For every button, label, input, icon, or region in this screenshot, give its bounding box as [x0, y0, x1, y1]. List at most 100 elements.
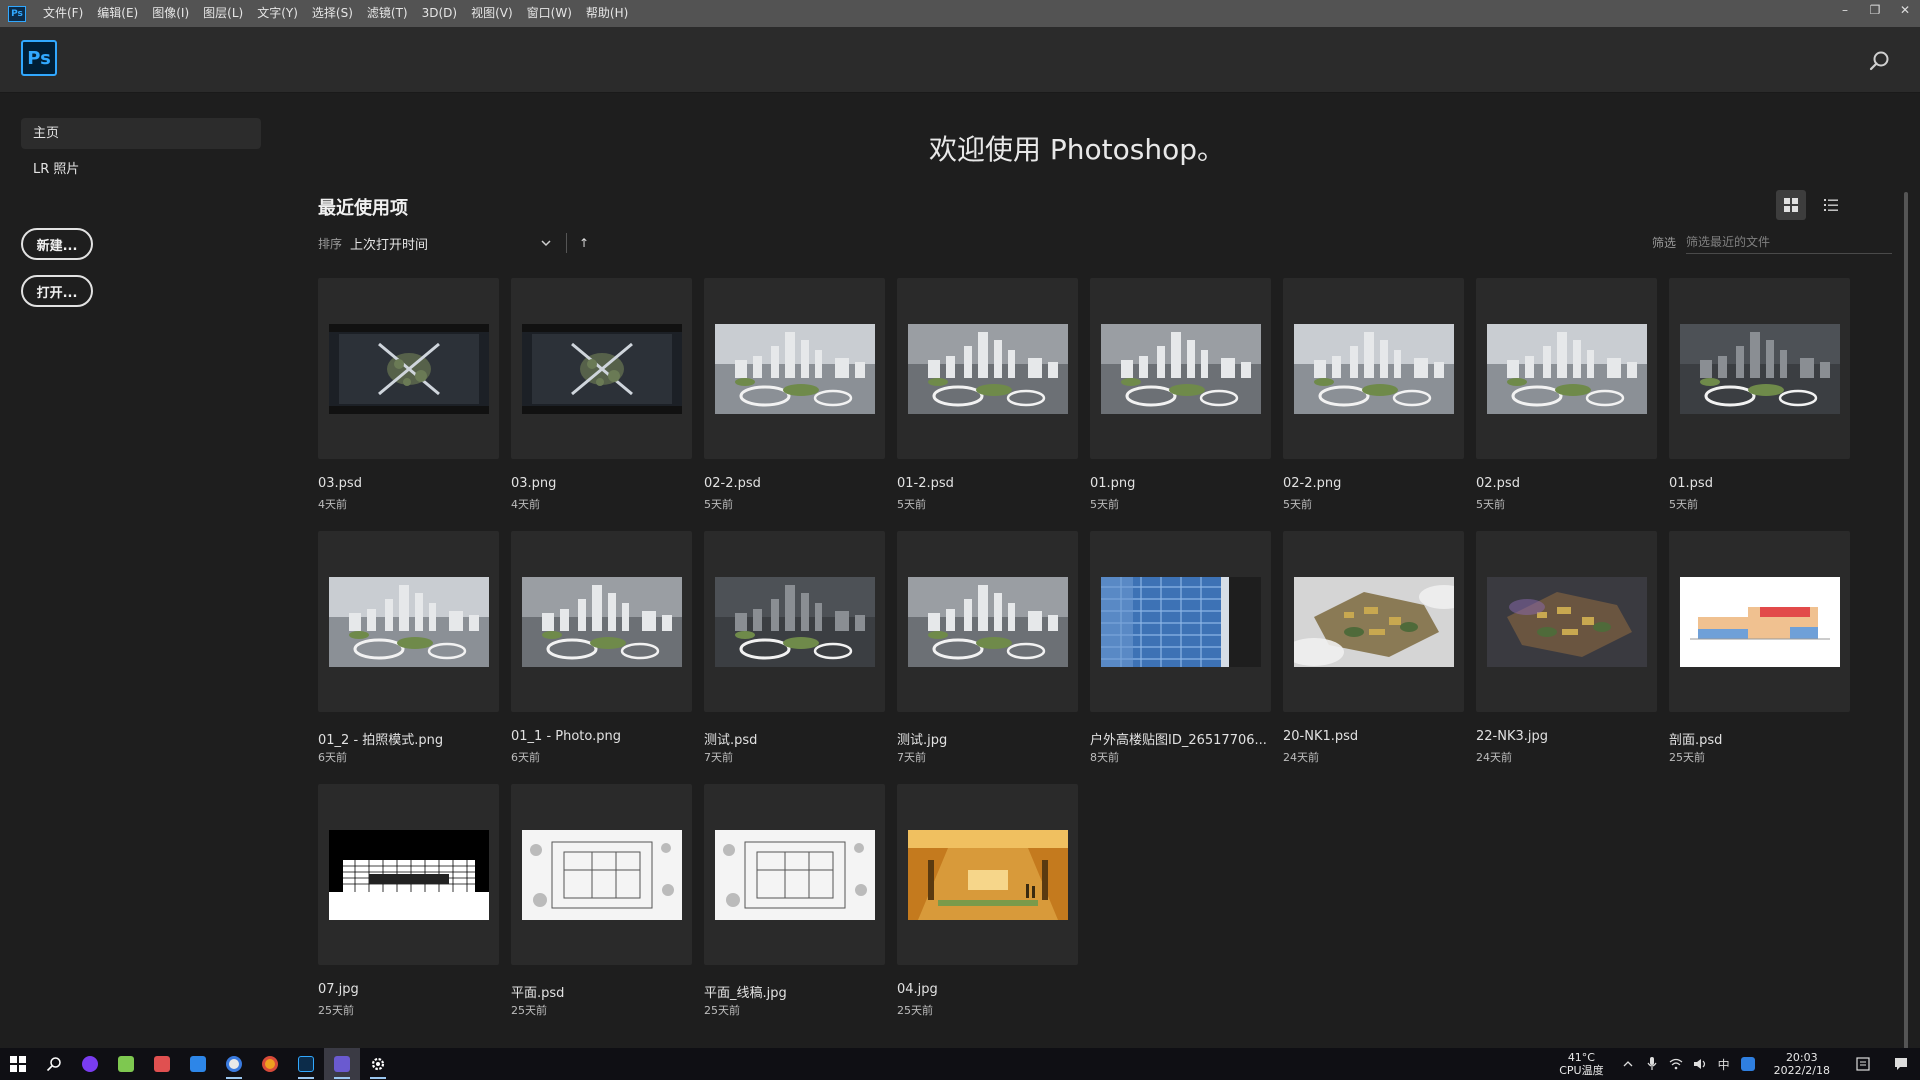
file-name[interactable]: 平面_线稿.jpg: [704, 982, 787, 1001]
filter-input[interactable]: [1686, 230, 1893, 254]
file-name[interactable]: 04.jpg: [897, 982, 938, 997]
photoshop-icon[interactable]: [288, 1048, 324, 1080]
close-button[interactable]: ✕: [1890, 0, 1920, 20]
file-thumbnail-frame[interactable]: [704, 784, 885, 965]
windows-start-icon[interactable]: [0, 1048, 36, 1080]
minimize-button[interactable]: –: [1830, 0, 1860, 20]
file-name[interactable]: 测试.jpg: [897, 729, 947, 748]
clock[interactable]: 20:03 2022/2/18: [1774, 1051, 1830, 1077]
menu-item[interactable]: 文字(Y): [250, 0, 305, 27]
grid-view-toggle[interactable]: [1776, 190, 1806, 220]
recent-file-tile[interactable]: 01.psd 5天前: [1669, 278, 1850, 511]
file-thumbnail-frame[interactable]: [1476, 531, 1657, 712]
menu-item[interactable]: 图层(L): [196, 0, 250, 27]
file-thumbnail-frame[interactable]: [1476, 278, 1657, 459]
file-name[interactable]: 07.jpg: [318, 982, 359, 997]
file-name[interactable]: 01-2.psd: [897, 476, 954, 491]
file-thumbnail-frame[interactable]: [511, 784, 692, 965]
recent-file-tile[interactable]: 03.png 4天前: [511, 278, 692, 511]
menu-item[interactable]: 文件(F): [36, 0, 90, 27]
chrome-icon[interactable]: [216, 1048, 252, 1080]
file-thumbnail-frame[interactable]: [511, 278, 692, 459]
recent-file-tile[interactable]: 07.jpg 25天前: [318, 784, 499, 1017]
recent-file-tile[interactable]: 04.jpg 25天前: [897, 784, 1078, 1017]
recent-file-tile[interactable]: 20-NK1.psd 24天前: [1283, 531, 1464, 764]
file-name[interactable]: 平面.psd: [511, 982, 564, 1001]
file-thumbnail-frame[interactable]: [897, 784, 1078, 965]
volume-icon[interactable]: [1688, 1048, 1712, 1080]
search-icon[interactable]: [36, 1048, 72, 1080]
recent-file-tile[interactable]: 户外高楼贴图ID_26517706... 8天前: [1090, 531, 1271, 764]
file-thumbnail-frame[interactable]: [897, 531, 1078, 712]
recent-file-tile[interactable]: 01_1 - Photo.png 6天前: [511, 531, 692, 764]
file-thumbnail-frame[interactable]: [318, 784, 499, 965]
file-thumbnail-frame[interactable]: [1669, 531, 1850, 712]
menu-item[interactable]: 图像(I): [145, 0, 196, 27]
recent-file-tile[interactable]: 02-2.psd 5天前: [704, 278, 885, 511]
recent-file-tile[interactable]: 02-2.png 5天前: [1283, 278, 1464, 511]
app-store-icon[interactable]: [144, 1048, 180, 1080]
file-name[interactable]: 户外高楼贴图ID_26517706...: [1090, 729, 1267, 748]
recent-file-tile[interactable]: 平面.psd 25天前: [511, 784, 692, 1017]
file-thumbnail-frame[interactable]: [704, 531, 885, 712]
menu-item[interactable]: 3D(D): [415, 0, 464, 27]
recent-file-tile[interactable]: 01.png 5天前: [1090, 278, 1271, 511]
sort-direction-button[interactable]: ↑: [579, 236, 589, 250]
app-purple-icon[interactable]: [72, 1048, 108, 1080]
menu-item[interactable]: 视图(V): [464, 0, 520, 27]
file-name[interactable]: 22-NK3.jpg: [1476, 729, 1548, 744]
file-name[interactable]: 测试.psd: [704, 729, 757, 748]
sidebar-item-lr-photos[interactable]: LR 照片: [21, 154, 261, 185]
app-p-icon[interactable]: [324, 1048, 360, 1080]
chrome-alt-icon[interactable]: [252, 1048, 288, 1080]
list-view-toggle[interactable]: [1816, 190, 1846, 220]
recent-file-tile[interactable]: 平面_线稿.jpg 25天前: [704, 784, 885, 1017]
app-blue-icon[interactable]: [180, 1048, 216, 1080]
file-name[interactable]: 01.png: [1090, 476, 1135, 491]
menu-item[interactable]: 帮助(H): [579, 0, 635, 27]
file-thumbnail-frame[interactable]: [511, 531, 692, 712]
menu-item[interactable]: 选择(S): [305, 0, 360, 27]
sidebar-item-home[interactable]: 主页: [21, 118, 261, 149]
file-thumbnail-frame[interactable]: [897, 278, 1078, 459]
menu-item[interactable]: 滤镜(T): [360, 0, 415, 27]
file-thumbnail-frame[interactable]: [1283, 278, 1464, 459]
file-name[interactable]: 01_1 - Photo.png: [511, 729, 621, 744]
photoshop-logo[interactable]: Ps: [21, 40, 57, 76]
search-icon[interactable]: [1868, 49, 1892, 73]
file-thumbnail-frame[interactable]: [1090, 278, 1271, 459]
file-thumbnail-frame[interactable]: [1669, 278, 1850, 459]
file-name[interactable]: 剖面.psd: [1669, 729, 1722, 748]
file-name[interactable]: 02.psd: [1476, 476, 1520, 491]
settings-icon[interactable]: [360, 1048, 396, 1080]
recent-file-tile[interactable]: 剖面.psd 25天前: [1669, 531, 1850, 764]
chevron-up-icon[interactable]: [1616, 1048, 1640, 1080]
file-name[interactable]: 20-NK1.psd: [1283, 729, 1358, 744]
file-name[interactable]: 02-2.png: [1283, 476, 1341, 491]
menu-item[interactable]: 编辑(E): [90, 0, 145, 27]
file-thumbnail-frame[interactable]: [318, 531, 499, 712]
recent-file-tile[interactable]: 22-NK3.jpg 24天前: [1476, 531, 1657, 764]
restore-button[interactable]: ❐: [1860, 0, 1890, 20]
app-clover-icon[interactable]: [108, 1048, 144, 1080]
notes-icon[interactable]: [1844, 1048, 1882, 1080]
file-thumbnail-frame[interactable]: [1090, 531, 1271, 712]
microphone-icon[interactable]: [1640, 1048, 1664, 1080]
file-thumbnail-frame[interactable]: [318, 278, 499, 459]
recent-file-tile[interactable]: 测试.jpg 7天前: [897, 531, 1078, 764]
file-name[interactable]: 01_2 - 拍照模式.png: [318, 729, 443, 748]
app-tray-icon[interactable]: [1736, 1048, 1760, 1080]
file-thumbnail-frame[interactable]: [1283, 531, 1464, 712]
recent-file-tile[interactable]: 01_2 - 拍照模式.png 6天前: [318, 531, 499, 764]
recent-file-tile[interactable]: 测试.psd 7天前: [704, 531, 885, 764]
menu-item[interactable]: 窗口(W): [520, 0, 579, 27]
recent-file-tile[interactable]: 03.psd 4天前: [318, 278, 499, 511]
notification-icon[interactable]: [1882, 1048, 1920, 1080]
scrollbar[interactable]: [1904, 192, 1908, 1080]
sort-dropdown[interactable]: 上次打开时间: [350, 232, 556, 254]
file-name[interactable]: 03.psd: [318, 476, 362, 491]
recent-file-tile[interactable]: 01-2.psd 5天前: [897, 278, 1078, 511]
new-button[interactable]: 新建...: [21, 228, 93, 260]
recent-file-tile[interactable]: 02.psd 5天前: [1476, 278, 1657, 511]
ime-indicator[interactable]: 中: [1712, 1048, 1736, 1080]
